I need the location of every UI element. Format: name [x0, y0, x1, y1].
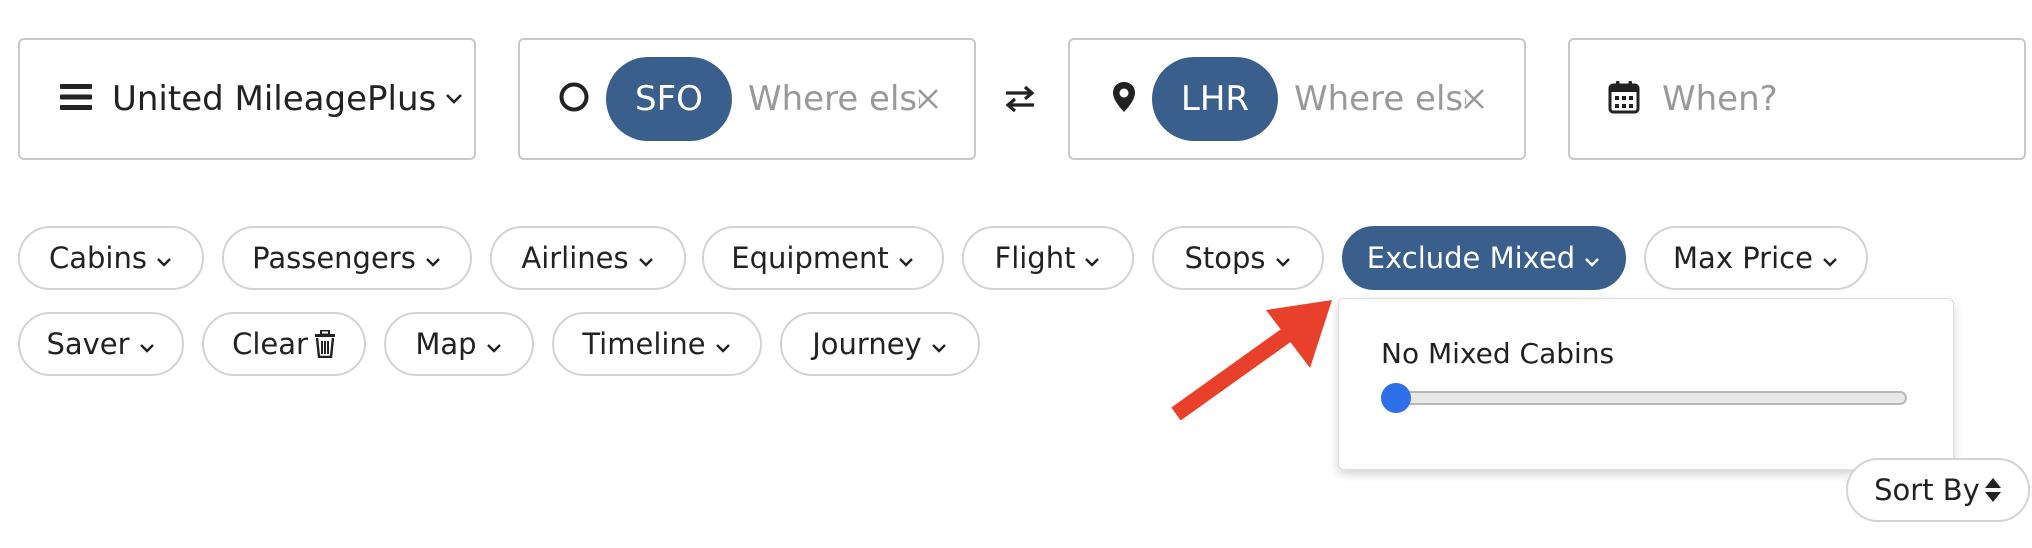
filter-exclude-mixed[interactable]: Exclude Mixed — [1342, 226, 1626, 290]
filter-max-price[interactable]: Max Price — [1644, 226, 1868, 290]
date-input[interactable]: When? — [1662, 79, 1778, 119]
close-icon[interactable] — [916, 87, 940, 111]
filter-label: Journey — [812, 327, 922, 361]
mixed-cabins-slider-track[interactable] — [1385, 391, 1907, 405]
chevron-down-icon — [1274, 241, 1292, 275]
sort-by-button[interactable]: Sort By — [1846, 458, 2030, 522]
chevron-down-icon — [1821, 241, 1839, 275]
origin-input[interactable]: Where else — [748, 79, 920, 119]
filter-airlines[interactable]: Airlines — [490, 226, 686, 290]
circle-icon — [558, 81, 590, 117]
filter-label: Stops — [1184, 241, 1266, 275]
filter-label: Airlines — [521, 241, 629, 275]
origin-code-pill[interactable]: SFO — [606, 57, 732, 141]
chevron-down-icon — [424, 241, 442, 275]
filter-saver[interactable]: Saver — [18, 312, 184, 376]
filter-timeline[interactable]: Timeline — [552, 312, 762, 376]
sort-icon — [1984, 476, 2002, 504]
chevron-down-icon — [897, 241, 915, 275]
chevron-down-icon — [930, 327, 948, 361]
filter-label: Map — [415, 327, 477, 361]
calendar-icon — [1608, 80, 1640, 118]
program-selector[interactable]: United MileagePlus — [18, 38, 476, 160]
filter-stops[interactable]: Stops — [1152, 226, 1324, 290]
filter-flight[interactable]: Flight — [962, 226, 1134, 290]
filter-label: Exclude Mixed — [1366, 241, 1576, 275]
chevron-down-icon — [138, 327, 156, 361]
chevron-down-icon — [637, 241, 655, 275]
filter-equipment[interactable]: Equipment — [702, 226, 944, 290]
filter-label: Equipment — [731, 241, 889, 275]
destination-input[interactable]: Where else — [1294, 79, 1466, 119]
close-icon[interactable] — [1462, 87, 1486, 111]
hamburger-menu-icon — [60, 83, 92, 115]
date-field[interactable]: When? — [1568, 38, 2026, 160]
sort-label: Sort By — [1874, 473, 1980, 507]
map-pin-icon — [1112, 81, 1136, 117]
filter-cabins[interactable]: Cabins — [18, 226, 204, 290]
exclude-mixed-dropdown: No Mixed Cabins — [1338, 298, 1954, 470]
chevron-down-icon — [444, 90, 464, 109]
destination-code-pill[interactable]: LHR — [1152, 57, 1278, 141]
chevron-down-icon — [485, 327, 503, 361]
origin-field[interactable]: SFO Where else — [518, 38, 976, 160]
dropdown-title: No Mixed Cabins — [1381, 337, 1615, 370]
chevron-down-icon — [1583, 241, 1601, 275]
chevron-down-icon — [1083, 241, 1101, 275]
program-label: United MileagePlus — [112, 79, 437, 119]
annotation-arrow-icon — [1170, 296, 1340, 424]
filter-label: Max Price — [1673, 241, 1813, 275]
trash-icon — [314, 330, 336, 358]
filter-map[interactable]: Map — [384, 312, 534, 376]
filter-label: Clear — [232, 327, 308, 361]
filter-label: Saver — [46, 327, 130, 361]
chevron-down-icon — [714, 327, 732, 361]
chevron-down-icon — [155, 241, 173, 275]
filter-label: Flight — [994, 241, 1076, 275]
filter-passengers[interactable]: Passengers — [222, 226, 472, 290]
destination-field[interactable]: LHR Where else — [1068, 38, 1526, 160]
swap-arrows-icon[interactable] — [1004, 84, 1036, 118]
filter-label: Passengers — [252, 241, 416, 275]
filter-label: Timeline — [582, 327, 706, 361]
filter-label: Cabins — [49, 241, 147, 275]
clear-filters-button[interactable]: Clear — [202, 312, 366, 376]
filter-journey[interactable]: Journey — [780, 312, 980, 376]
mixed-cabins-slider-handle[interactable] — [1381, 383, 1411, 413]
